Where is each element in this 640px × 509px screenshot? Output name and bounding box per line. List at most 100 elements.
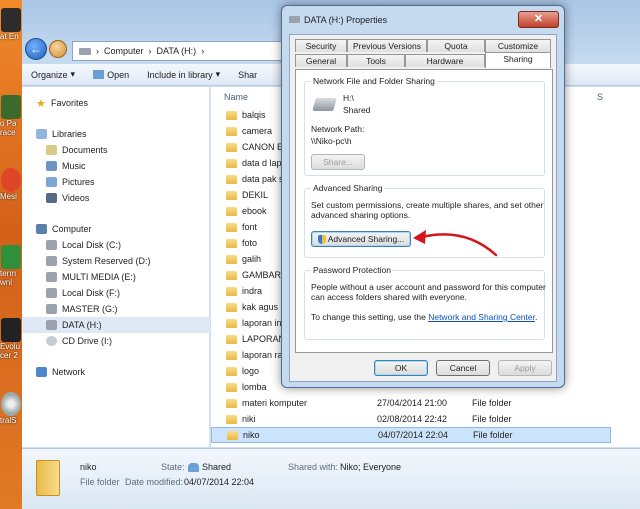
details-shared-label: Shared with: <box>288 462 339 472</box>
file-row[interactable]: materi komputer 27/04/2014 21:00 File fold… <box>211 395 611 411</box>
network-sharing-center-link[interactable]: Network and Sharing Center <box>428 312 535 322</box>
desktop-icon-label: wnl <box>0 278 13 287</box>
chevron-down-icon: ▾ <box>215 69 221 79</box>
tab-general[interactable]: General <box>295 54 347 67</box>
tab-tools[interactable]: Tools <box>347 54 405 67</box>
apply-button[interactable]: Apply <box>498 360 552 376</box>
nav-label: Videos <box>62 193 90 203</box>
arrow-head <box>413 230 426 244</box>
drive-icon <box>46 272 57 282</box>
folder-icon <box>226 110 237 120</box>
drive-icon <box>46 304 57 314</box>
tab-hardware[interactable]: Hardware <box>405 54 485 67</box>
details-name: niko <box>80 462 97 472</box>
cd-drive-icon <box>46 336 57 346</box>
column-header-name[interactable]: Name <box>224 92 248 102</box>
folder-icon <box>226 398 237 408</box>
back-button[interactable]: ← <box>25 38 47 60</box>
drive-icon <box>289 16 300 23</box>
nav-videos[interactable]: Videos <box>22 190 210 206</box>
file-name: niko <box>243 430 260 440</box>
share-button[interactable]: Share... <box>311 154 365 170</box>
libraries-icon <box>36 129 47 139</box>
desktop-icon[interactable]: Evolu cer 2 <box>0 318 22 360</box>
file-row-selected[interactable]: niko 04/07/2014 22:04 File folder <box>211 427 611 443</box>
nav-favorites[interactable]: ★ Favorites <box>22 95 210 111</box>
network-path-label: Network Path: <box>311 124 365 134</box>
file-type: File folder <box>472 414 512 424</box>
nav-computer[interactable]: Computer <box>22 221 210 237</box>
desktop-icon-label: race <box>0 128 16 137</box>
share-button[interactable]: Shar <box>229 70 266 80</box>
chevron-down-icon: ▾ <box>70 69 76 79</box>
desktop-strip: at En o Pa race Mesi term wnl Evolu cer … <box>0 0 22 509</box>
breadcrumb-item[interactable]: DATA (H:) <box>157 46 197 56</box>
nav-label: System Reserved (D:) <box>62 256 151 266</box>
nav-pictures[interactable]: Pictures <box>22 174 210 190</box>
tab-quota[interactable]: Quota <box>427 39 485 52</box>
nav-network[interactable]: Network <box>22 364 210 380</box>
nav-drive[interactable]: MASTER (G:) <box>22 301 210 317</box>
network-icon <box>36 367 47 377</box>
open-icon <box>93 70 105 79</box>
details-modified-value: 04/07/2014 22:04 <box>184 477 255 487</box>
advanced-sharing-label: Advanced Sharing... <box>327 234 405 244</box>
file-row[interactable]: niki 02/08/2014 22:42 File folder <box>211 411 611 427</box>
nav-drive[interactable]: Local Disk (F:) <box>22 285 210 301</box>
breadcrumb-item[interactable]: Computer <box>104 46 144 56</box>
nav-drive[interactable]: CD Drive (I:) <box>22 333 210 349</box>
file-date: 02/08/2014 22:42 <box>377 414 448 424</box>
include-in-library-button[interactable]: Include in library ▾ <box>138 69 229 80</box>
close-button[interactable]: ✕ <box>518 11 559 28</box>
folder-icon <box>226 254 237 264</box>
nav-music[interactable]: Music <box>22 158 210 174</box>
arrow-line <box>420 233 498 257</box>
nav-documents[interactable]: Documents <box>22 142 210 158</box>
uac-shield-icon <box>317 235 326 245</box>
desktop-icon[interactable]: o Pa race <box>0 95 22 137</box>
app-icon <box>1 8 21 32</box>
nav-label: MASTER (G:) <box>62 304 118 314</box>
advanced-desc-line1: Set custom permissions, create multiple … <box>311 200 544 210</box>
file-name: materi komputer <box>242 398 308 408</box>
organize-button[interactable]: Organize ▾ <box>22 69 84 80</box>
nav-drive-selected[interactable]: DATA (H:) <box>22 317 210 333</box>
cancel-button[interactable]: Cancel <box>436 360 490 376</box>
tab-previous-versions[interactable]: Previous Versions <box>347 39 427 52</box>
tab-sharing[interactable]: Sharing <box>485 52 551 68</box>
nav-drive[interactable]: MULTI MEDIA (E:) <box>22 269 210 285</box>
organize-label: Organize <box>31 69 68 80</box>
app-icon <box>1 95 21 119</box>
navigation-pane: ★ Favorites Libraries Documents Music Pi… <box>22 87 210 447</box>
desktop-icon[interactable]: tralS <box>0 392 22 425</box>
column-header-size[interactable]: S <box>597 92 603 102</box>
folder-icon <box>226 286 237 296</box>
folder-icon <box>226 158 237 168</box>
documents-icon <box>46 145 57 155</box>
shared-people-icon <box>188 463 199 473</box>
network-path-value: \\Niko-pc\h <box>311 136 352 146</box>
tab-security[interactable]: Security <box>295 39 347 52</box>
nav-label: Pictures <box>62 177 95 187</box>
change-setting-text: To change this setting, use the Network … <box>311 312 537 322</box>
file-type: File folder <box>472 398 512 408</box>
desktop-icon-label: Evolu <box>0 342 21 351</box>
tab-customize[interactable]: Customize <box>485 39 551 52</box>
desktop-icon[interactable]: term wnl <box>0 245 22 287</box>
forward-button[interactable] <box>49 40 67 58</box>
nav-drive[interactable]: Local Disk (C:) <box>22 237 210 253</box>
folder-icon <box>227 430 238 440</box>
folder-icon <box>226 334 237 344</box>
ok-button[interactable]: OK <box>374 360 428 376</box>
open-button[interactable]: Open <box>84 70 138 80</box>
include-label: Include in library <box>147 69 213 80</box>
details-state-label: State: <box>161 462 185 472</box>
desktop-icon-label: tralS <box>0 416 17 425</box>
desktop-icon[interactable]: at En <box>0 8 22 41</box>
desktop-icon[interactable]: Mesi <box>0 168 22 201</box>
nav-drive[interactable]: System Reserved (D:) <box>22 253 210 269</box>
nav-libraries[interactable]: Libraries <box>22 126 210 142</box>
advanced-sharing-button[interactable]: Advanced Sharing... <box>311 231 411 247</box>
chevron-right-icon: › <box>96 46 99 56</box>
network-sharing-group: Network File and Folder Sharing H:\ Shar… <box>304 76 545 176</box>
